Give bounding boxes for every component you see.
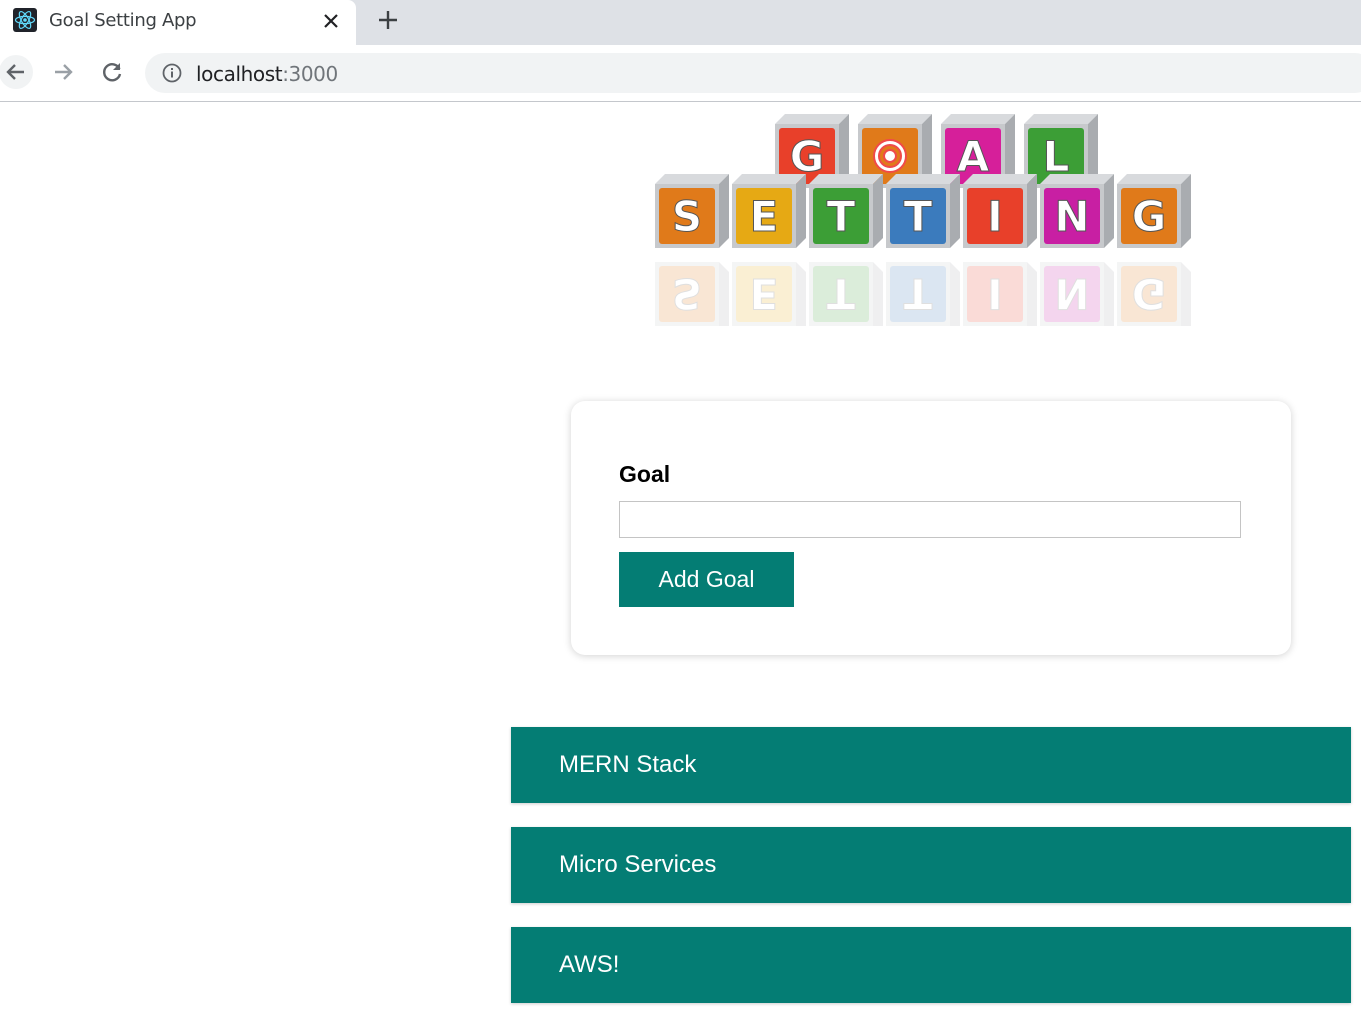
letter-cube: S [655, 174, 729, 248]
svg-text:T: T [827, 192, 856, 241]
letter-cube-reflection: T [809, 262, 883, 336]
letter-cube: T [886, 174, 960, 248]
new-tab-icon[interactable] [374, 5, 402, 35]
arrow-right-icon [55, 64, 73, 80]
svg-text:G: G [1132, 192, 1166, 241]
svg-text:N: N [1054, 269, 1089, 318]
goal-text: MERN Stack [559, 751, 697, 778]
close-tab-icon[interactable] [318, 8, 344, 34]
letter-cube: T [809, 174, 883, 248]
svg-text:A: A [957, 132, 990, 181]
react-logo-icon [13, 8, 37, 32]
letter-cube-reflection: N [1040, 262, 1114, 336]
goal-input[interactable] [619, 501, 1241, 538]
goal-item[interactable]: MERN Stack [511, 727, 1351, 803]
svg-text:S: S [672, 192, 702, 241]
svg-text:E: E [750, 192, 779, 241]
letter-cube-reflection: T [886, 262, 960, 336]
svg-text:G: G [1132, 269, 1166, 318]
goal-setting-logo: GALSETTINGSETTING [645, 104, 1205, 336]
back-button[interactable] [0, 55, 33, 89]
goal-text: AWS! [559, 951, 620, 978]
letter-cube-reflection: S [655, 262, 729, 336]
address-bar[interactable]: localhost:3000 [145, 53, 1361, 93]
add-goal-button[interactable]: Add Goal [619, 552, 794, 607]
svg-text:L: L [1043, 132, 1070, 181]
info-icon [162, 63, 182, 83]
letter-cube: I [963, 174, 1037, 248]
svg-text:I: I [987, 269, 1003, 318]
reload-button[interactable] [95, 55, 129, 89]
tab-strip: Goal Setting App [0, 0, 1361, 45]
goal-item[interactable]: AWS! [511, 927, 1351, 1003]
letter-cube: E [732, 174, 806, 248]
goal-item[interactable]: Micro Services [511, 827, 1351, 903]
svg-text:S: S [672, 269, 702, 318]
letter-cube-reflection: E [732, 262, 806, 336]
letter-cube: G [1117, 174, 1191, 248]
svg-text:T: T [827, 269, 856, 318]
goal-form-card: Goal Add Goal [571, 401, 1291, 655]
svg-text:N: N [1054, 192, 1089, 241]
svg-text:G: G [790, 132, 824, 181]
reload-icon [103, 63, 122, 82]
browser-tab[interactable]: Goal Setting App [0, 0, 356, 45]
forward-button[interactable] [47, 55, 81, 89]
letter-cube: N [1040, 174, 1114, 248]
svg-text:T: T [904, 192, 933, 241]
svg-text:T: T [904, 269, 933, 318]
goal-text: Micro Services [559, 851, 717, 878]
url-text: localhost:3000 [196, 62, 338, 86]
tab-title: Goal Setting App [49, 10, 197, 31]
goal-label: Goal [619, 461, 671, 487]
arrow-left-icon [6, 64, 24, 80]
letter-cube-reflection: I [963, 262, 1037, 336]
svg-text:I: I [987, 192, 1003, 241]
browser-toolbar: localhost:3000 [0, 45, 1361, 102]
letter-cube-reflection: G [1117, 262, 1191, 336]
svg-text:E: E [750, 269, 779, 318]
